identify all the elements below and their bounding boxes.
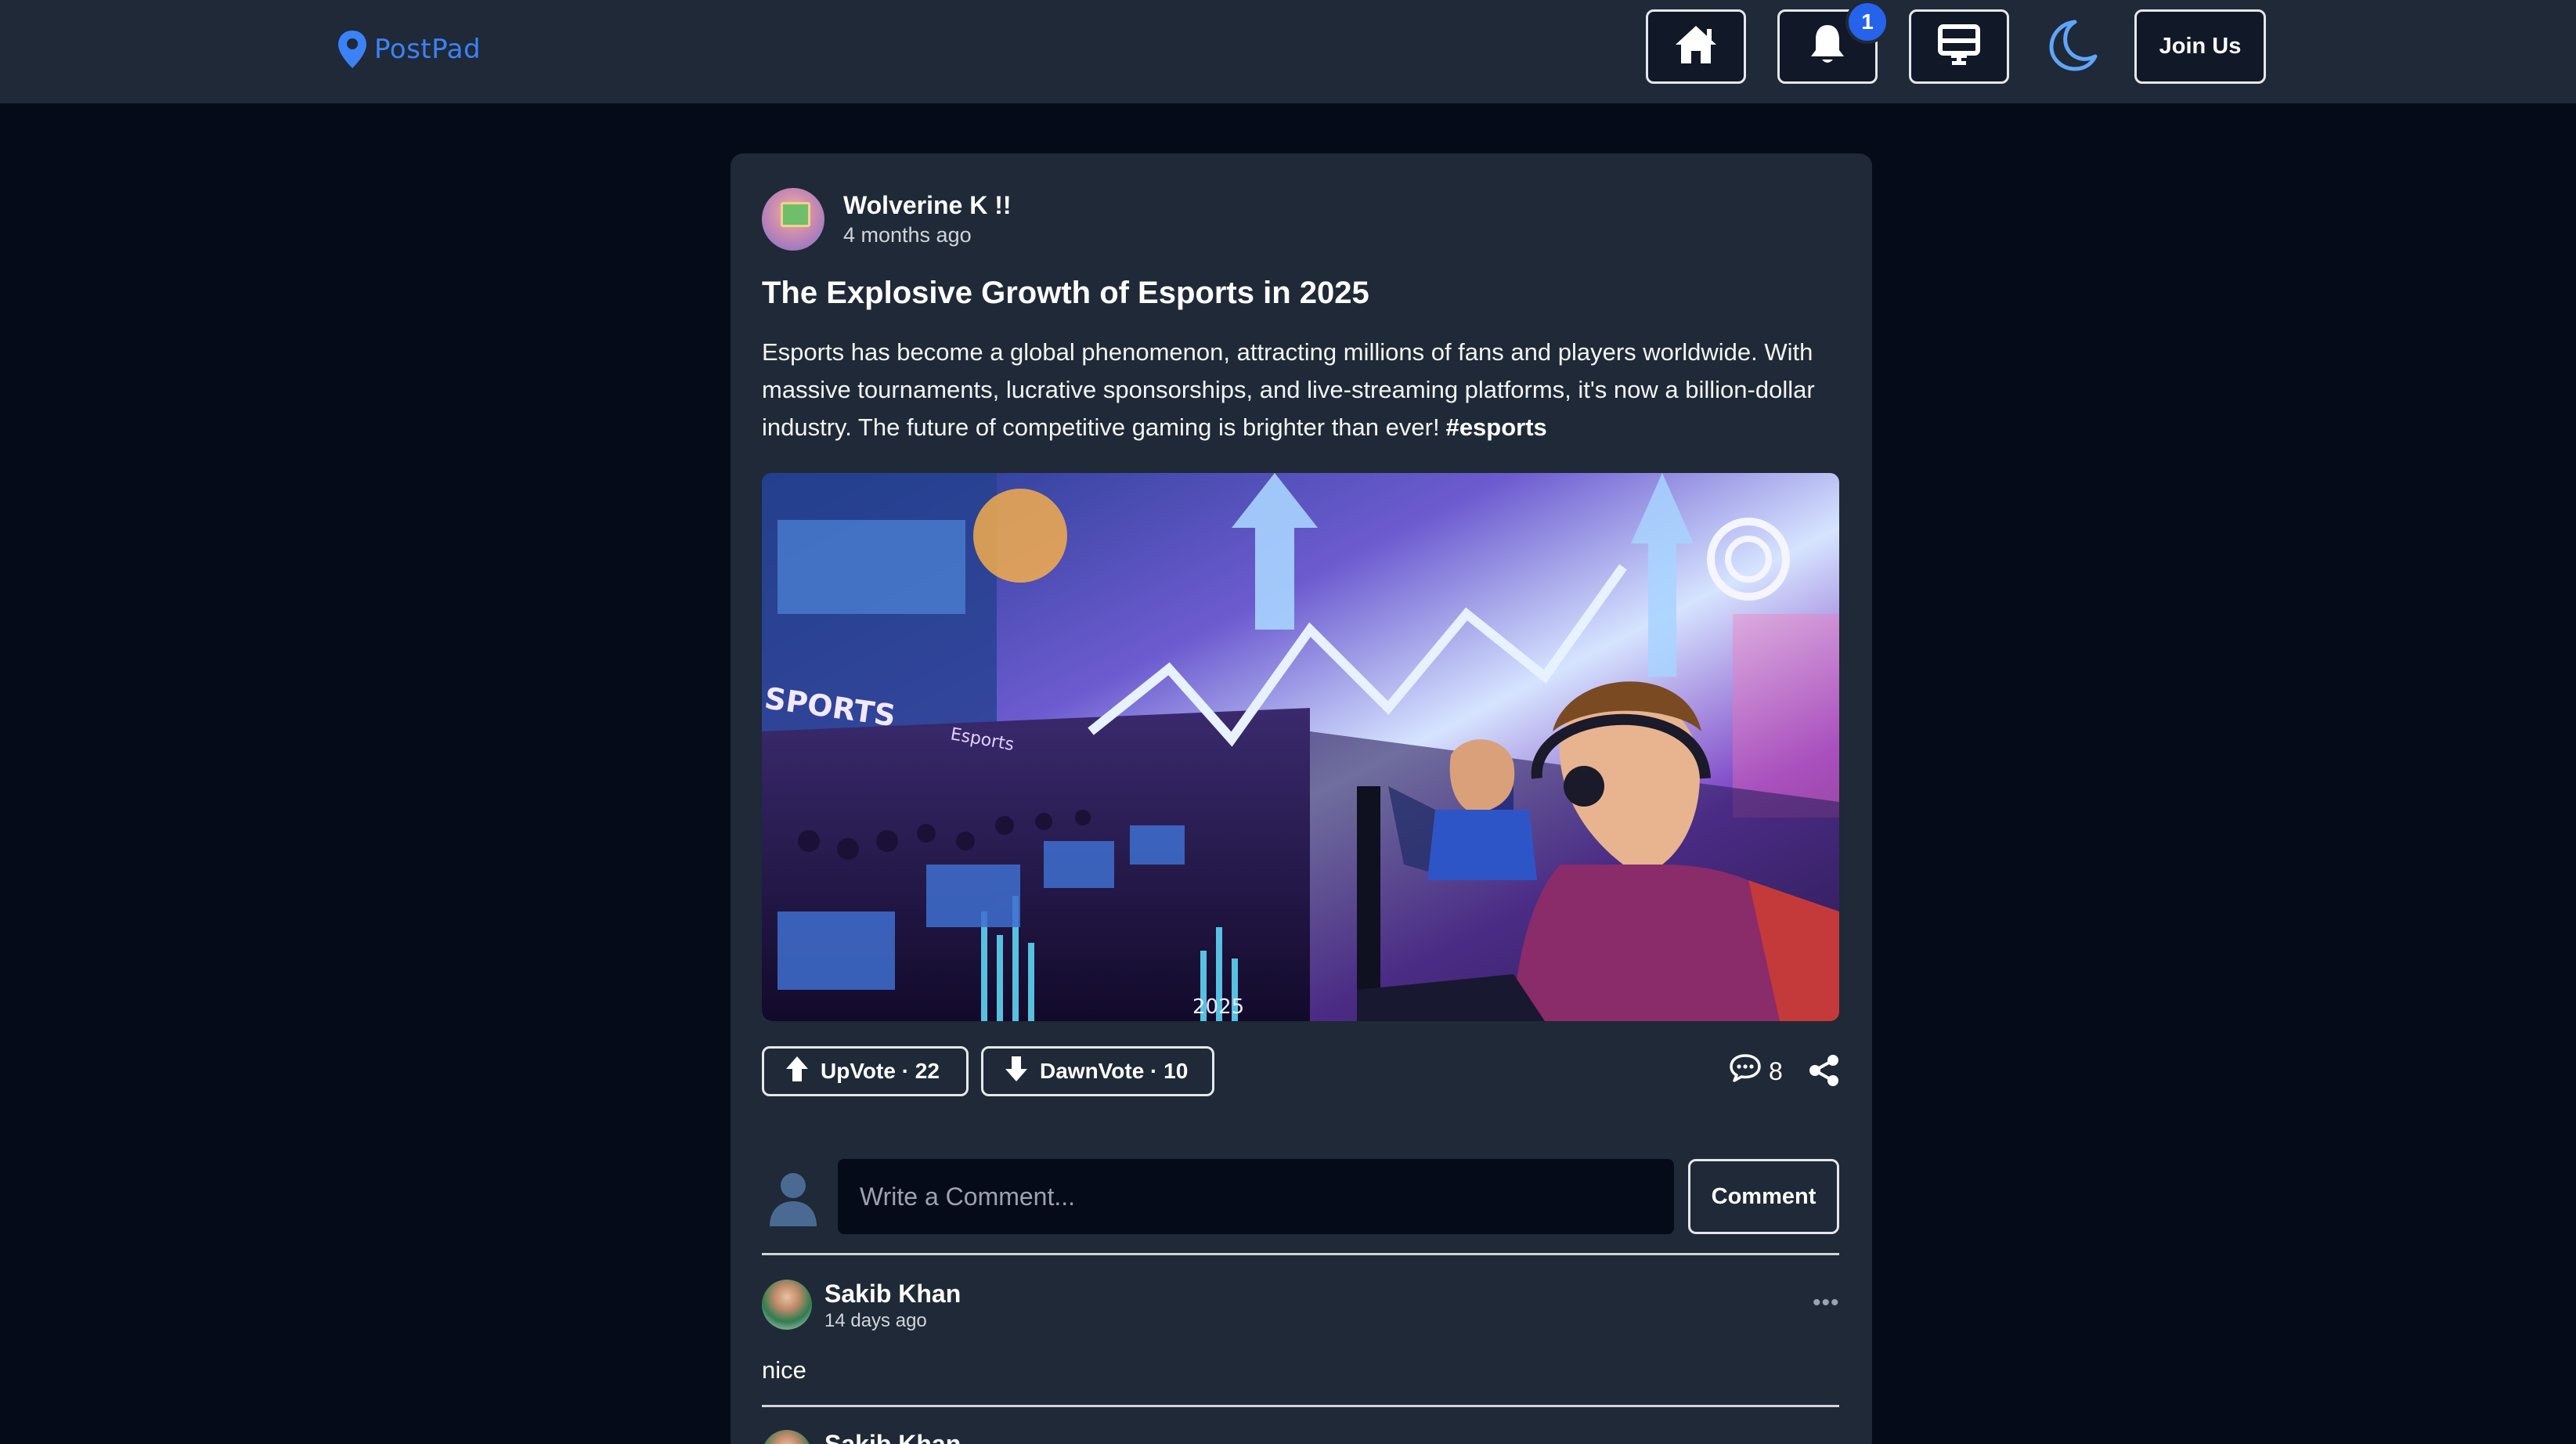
post-author: Wolverine K !! 4 months ago: [762, 188, 1012, 251]
user-placeholder-icon: [762, 1165, 824, 1228]
downvote-button[interactable]: DawnVote · 10: [981, 1046, 1214, 1096]
avatar[interactable]: [762, 188, 824, 251]
notification-badge: 1: [1845, 0, 1889, 44]
post-body: Esports has become a global phenomenon, …: [762, 334, 1842, 446]
post-image: SPORTS Esports 2025: [762, 473, 1839, 1021]
comment-item: Sakib Khan 14 days ago ••• nice: [762, 1278, 1840, 1384]
comment-form: Comment: [762, 1159, 1839, 1234]
more-options-icon[interactable]: •••: [1813, 1291, 1840, 1315]
hashtag-link[interactable]: #esports: [1446, 413, 1547, 441]
image-text-year: 2025: [1192, 995, 1244, 1019]
comment-text: nice: [762, 1356, 806, 1384]
comment-submit-button[interactable]: Comment: [1688, 1159, 1839, 1234]
share-button[interactable]: [1808, 1054, 1841, 1091]
comment-timestamp: 14 days ago: [824, 1310, 927, 1331]
post-text: Esports has become a global phenomenon, …: [762, 338, 1815, 441]
comment-count: 8: [1769, 1056, 1783, 1085]
upvote-label: UpVote · 22: [821, 1059, 940, 1083]
post-title: The Explosive Growth of Esports in 2025: [762, 276, 1369, 310]
chat-bubble-icon: [1728, 1052, 1762, 1090]
navbar: PostPad 1 Join Us: [0, 0, 2576, 103]
avatar[interactable]: [762, 1280, 812, 1330]
upvote-button[interactable]: UpVote · 22: [762, 1046, 969, 1096]
divider: [762, 1253, 1839, 1255]
home-button[interactable]: [1646, 9, 1746, 84]
arrow-down-icon: [1004, 1055, 1029, 1088]
arrow-up-icon: [785, 1055, 810, 1088]
share-icon: [1808, 1055, 1841, 1090]
commenter-name[interactable]: Sakib Khan: [824, 1428, 961, 1444]
theme-toggle-button[interactable]: [2040, 16, 2103, 78]
post-timestamp: 4 months ago: [843, 223, 972, 247]
moon-icon: [2044, 17, 2100, 78]
avatar[interactable]: [762, 1430, 812, 1444]
comment-input[interactable]: [838, 1159, 1674, 1234]
comments-toggle[interactable]: 8: [1728, 1052, 1783, 1090]
divider: [762, 1405, 1839, 1407]
dashboard-icon: [1938, 24, 1980, 69]
downvote-label: DawnVote · 10: [1040, 1059, 1189, 1083]
home-icon: [1672, 23, 1719, 70]
post-card: Wolverine K !! 4 months ago The Explosiv…: [731, 153, 1872, 1444]
comment-item: Sakib Khan: [762, 1430, 1839, 1444]
commenter-name[interactable]: Sakib Khan: [824, 1278, 961, 1309]
author-name[interactable]: Wolverine K !!: [843, 190, 1012, 221]
dashboard-button[interactable]: [1909, 9, 2009, 84]
bell-icon: [1808, 22, 1847, 71]
brand-name: PostPad: [374, 34, 482, 65]
join-us-button[interactable]: Join Us: [2134, 9, 2266, 84]
brand-logo[interactable]: PostPad: [337, 27, 481, 72]
map-pin-icon: [337, 29, 368, 70]
